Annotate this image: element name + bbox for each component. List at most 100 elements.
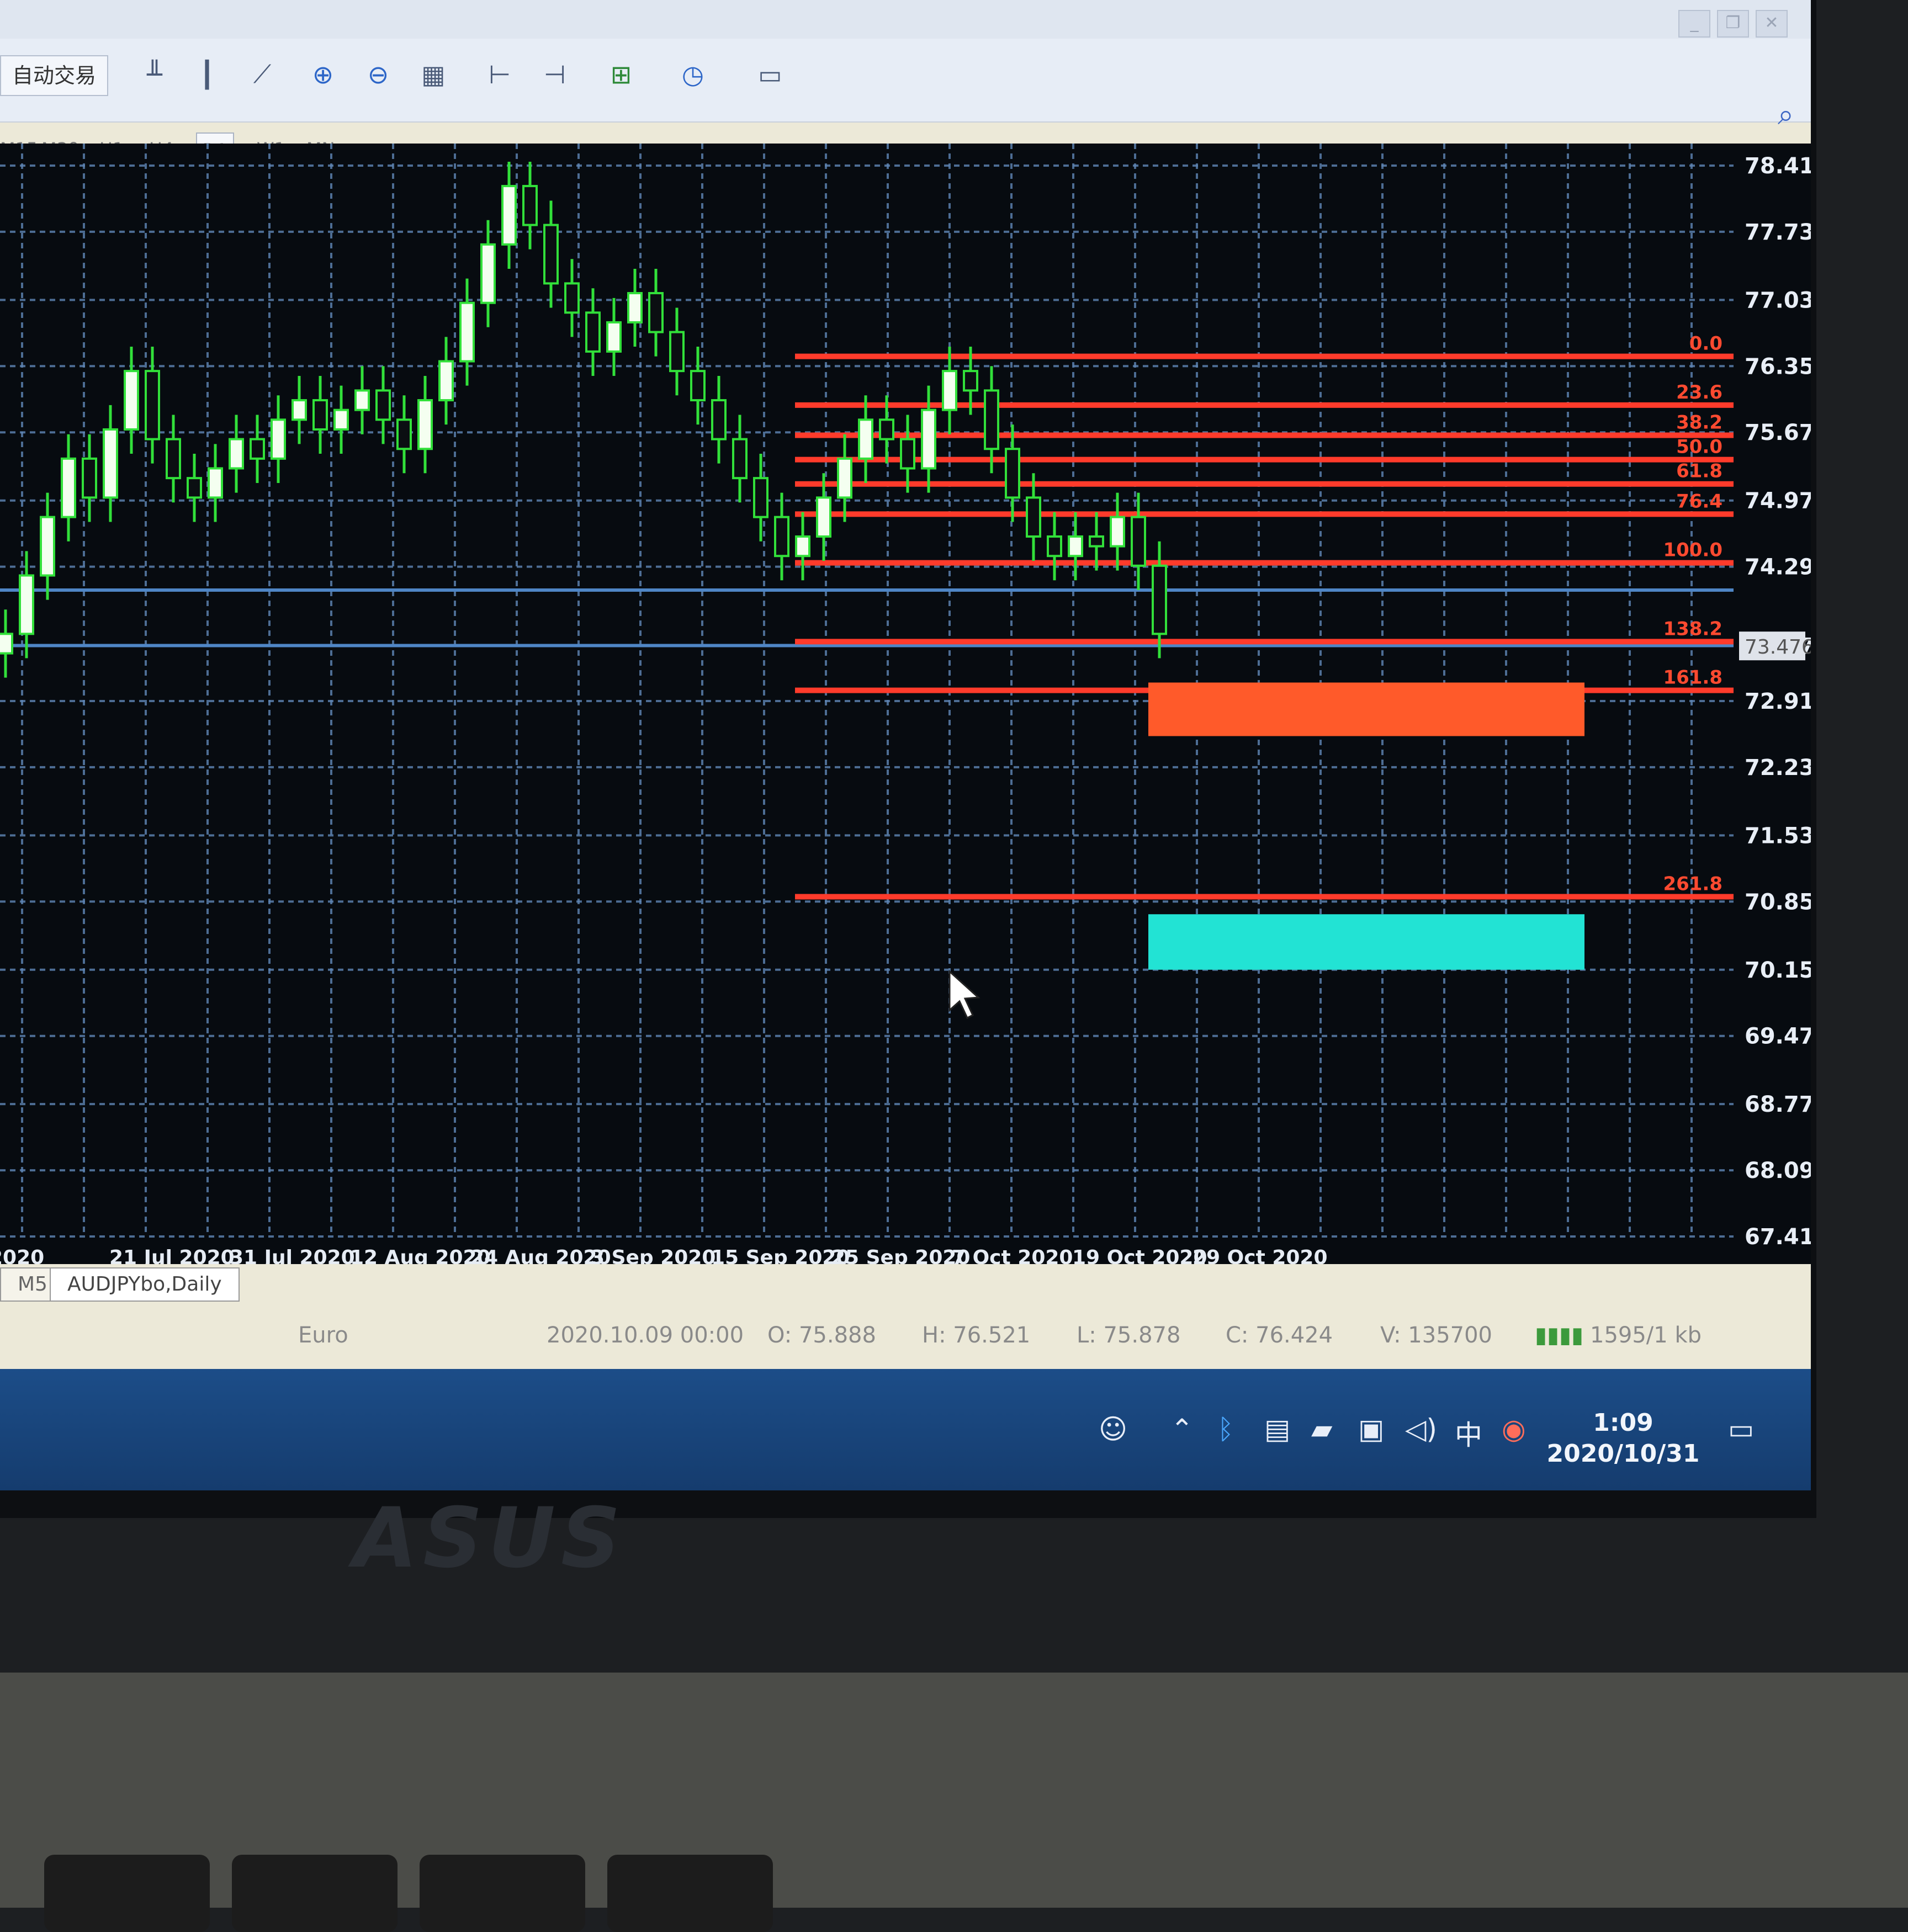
- candle-body: [543, 224, 559, 285]
- keyboard-icon[interactable]: ▤: [1264, 1413, 1290, 1445]
- status-open: O: 75.888: [767, 1323, 876, 1348]
- app-icon[interactable]: ◉: [1502, 1413, 1526, 1445]
- close-button[interactable]: ✕: [1756, 10, 1788, 38]
- price-axis-label: 72.910: [1745, 689, 1811, 714]
- keyboard-key: [44, 1855, 210, 1932]
- candle-body: [501, 185, 517, 246]
- zoom-out-icon[interactable]: ⊖: [359, 55, 398, 94]
- candle-body: [564, 282, 580, 314]
- status-profile: Euro: [298, 1323, 348, 1348]
- candle-body: [606, 321, 622, 353]
- title-strip: _ ❐ ✕: [0, 0, 1811, 39]
- fibonacci-level-label: 100.0: [1663, 539, 1723, 561]
- price-axis-label: 74.970: [1745, 489, 1811, 514]
- zoom-in-icon[interactable]: ⊕: [304, 55, 342, 94]
- ime-indicator[interactable]: 中: [1455, 1413, 1482, 1453]
- candle-body: [396, 418, 412, 450]
- candle-body: [774, 516, 789, 558]
- fibonacci-level-label: 76.4: [1676, 490, 1723, 512]
- status-bar: Euro 2020.10.09 00:00 O: 75.888 H: 76.52…: [0, 1303, 1811, 1369]
- status-close: C: 76.424: [1226, 1323, 1333, 1348]
- candle-body: [229, 438, 244, 470]
- candle-body: [417, 399, 433, 450]
- candle-body: [795, 535, 810, 558]
- candle-body: [984, 389, 999, 450]
- indicators-icon[interactable]: ⊞: [602, 55, 640, 94]
- candle-body: [82, 457, 97, 499]
- candle-body: [354, 389, 370, 411]
- clock-date: 2020/10/31: [1546, 1440, 1700, 1468]
- chart-canvas[interactable]: 78.410 77.730 77.030 76.350 75.670 74.970 74.2…: [0, 144, 1811, 1308]
- price-chart[interactable]: 78.410 77.730 77.030 76.350 75.670 74.970 74.2…: [0, 144, 1811, 1308]
- chart-shift-icon[interactable]: ⊢: [480, 55, 519, 94]
- periods-icon[interactable]: ◷: [674, 55, 712, 94]
- candle-body: [187, 477, 202, 499]
- candle-body: [1047, 535, 1062, 558]
- fibonacci-level-label: 138.2: [1663, 618, 1723, 640]
- bluetooth-icon[interactable]: ᛒ: [1217, 1413, 1234, 1445]
- candle-body: [963, 370, 978, 392]
- people-icon[interactable]: ☺: [1099, 1413, 1127, 1445]
- candle-body: [1110, 516, 1125, 548]
- tab-audjpy-daily[interactable]: AUDJPYbo,Daily: [50, 1267, 240, 1302]
- candle-body: [522, 185, 538, 226]
- candle-body: [921, 408, 936, 470]
- status-volume: V: 135700: [1380, 1323, 1492, 1348]
- minimize-button[interactable]: _: [1678, 10, 1710, 38]
- keyboard-key: [420, 1855, 585, 1932]
- folder-icon[interactable]: ▰: [1311, 1413, 1332, 1445]
- candle-body: [459, 301, 475, 363]
- network-icon[interactable]: ▣: [1358, 1413, 1384, 1445]
- candle-body: [40, 516, 55, 577]
- bar-chart-icon[interactable]: ╨: [135, 55, 174, 94]
- resistance-zone: [1148, 682, 1584, 736]
- templates-icon[interactable]: ▭: [751, 55, 789, 94]
- candle-body: [19, 574, 34, 635]
- candle-body: [900, 438, 915, 470]
- candle-body: [375, 389, 391, 421]
- auto-trading-button[interactable]: 自动交易: [0, 55, 109, 96]
- candle-body: [438, 360, 454, 402]
- candle-body: [333, 408, 349, 431]
- mouse-cursor-icon: [948, 969, 981, 1020]
- notification-icon[interactable]: ▭: [1728, 1413, 1754, 1445]
- clock-time: 1:09: [1593, 1409, 1653, 1437]
- price-axis-label: 72.230: [1745, 755, 1811, 781]
- autoscroll-icon[interactable]: ⊣: [536, 55, 574, 94]
- tile-windows-icon[interactable]: ▦: [414, 55, 453, 94]
- current-price-label: 73.476: [1745, 636, 1811, 659]
- price-axis-label: 68.090: [1745, 1158, 1811, 1183]
- price-axis-label: 75.670: [1745, 420, 1811, 445]
- candle-body: [942, 370, 957, 411]
- fibonacci-level-label: 0.0: [1689, 333, 1723, 355]
- line-chart-icon[interactable]: ⟋: [243, 55, 282, 94]
- candlestick-chart-icon[interactable]: ┃: [188, 55, 226, 94]
- volume-icon[interactable]: ◁): [1405, 1413, 1437, 1445]
- keyboard-key: [607, 1855, 773, 1932]
- candle-body: [271, 418, 286, 460]
- price-axis-label: 67.410: [1745, 1224, 1811, 1250]
- keyboard-key: [232, 1855, 398, 1932]
- candle-body: [753, 477, 768, 518]
- candle-body: [61, 457, 76, 518]
- candle-body: [0, 633, 13, 655]
- restore-button[interactable]: ❐: [1717, 10, 1749, 38]
- fibonacci-level-label: 23.6: [1676, 381, 1723, 404]
- fibonacci-level-label: 261.8: [1663, 873, 1723, 895]
- price-axis-label: 71.530: [1745, 823, 1811, 848]
- candle-body: [1068, 535, 1083, 558]
- price-axis-label: 77.030: [1745, 288, 1811, 313]
- candle-body: [837, 457, 852, 499]
- price-axis-label: 77.730: [1745, 220, 1811, 245]
- candle-body: [669, 331, 685, 373]
- price-axis-label: 68.770: [1745, 1092, 1811, 1117]
- chevron-up-icon[interactable]: ⌃: [1170, 1413, 1194, 1445]
- taskbar-clock[interactable]: 1:09 2020/10/31: [1546, 1408, 1700, 1469]
- screen: _ ❐ ✕ 自动交易 ╨ ┃ ⟋ ⊕ ⊖ ▦ ⊢ ⊣ ⊞ ◷ ▭ M15 M30…: [0, 0, 1811, 1490]
- candle-body: [208, 467, 223, 499]
- candle-body: [858, 418, 873, 460]
- toolbar: 自动交易 ╨ ┃ ⟋ ⊕ ⊖ ▦ ⊢ ⊣ ⊞ ◷ ▭ M15 M30 H1 H4…: [0, 39, 1811, 168]
- candle-body: [879, 418, 894, 440]
- monitor-frame: _ ❐ ✕ 自动交易 ╨ ┃ ⟋ ⊕ ⊖ ▦ ⊢ ⊣ ⊞ ◷ ▭ M15 M30…: [0, 0, 1816, 1518]
- search-icon[interactable]: ⌕: [1778, 98, 1794, 132]
